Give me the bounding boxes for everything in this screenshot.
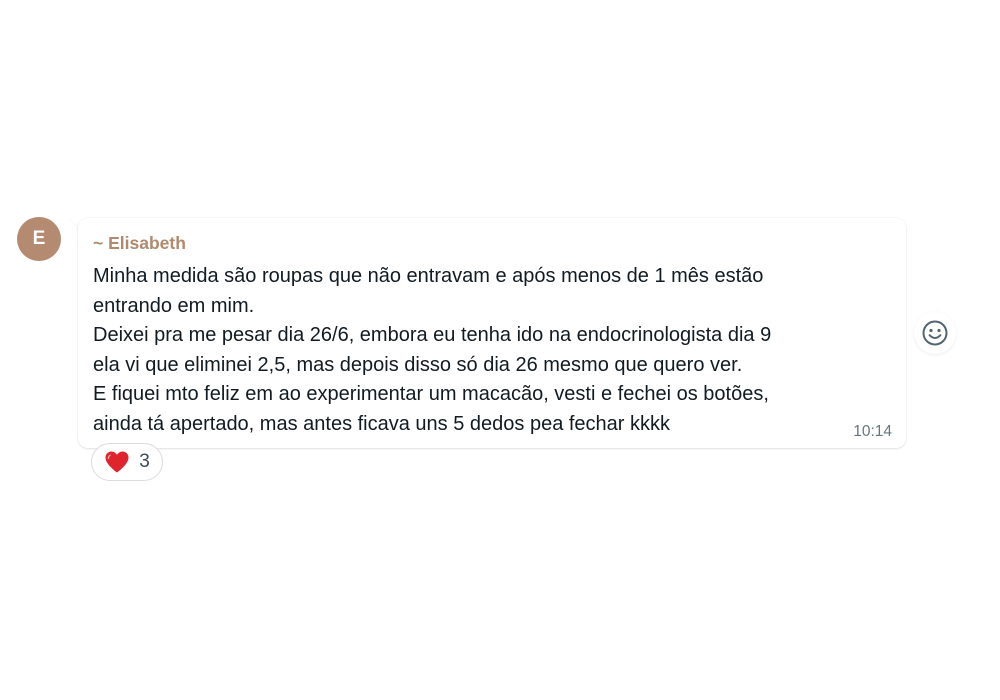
message-timestamp: 10:14 <box>853 423 892 440</box>
message-bubble[interactable]: ~ Elisabeth Minha medida são roupas que … <box>78 218 906 448</box>
message-line: ela vi que eliminei 2,5, mas depois diss… <box>93 353 743 376</box>
message-line: ainda tá apertado, mas antes ficava uns … <box>93 412 671 435</box>
reaction-count: 3 <box>139 451 150 472</box>
react-emoji-button[interactable] <box>914 312 956 354</box>
sender-avatar[interactable]: E <box>17 217 61 261</box>
message-line: E fiquei mto feliz em ao experimentar um… <box>93 383 769 405</box>
message-text: Minha medida são roupas que não entravam… <box>93 262 893 439</box>
sender-name[interactable]: ~ Elisabeth <box>93 233 186 254</box>
smiley-face-icon <box>922 320 948 346</box>
reaction-chip[interactable]: 3 <box>91 443 163 481</box>
message-line: Deixei pra me pesar dia 26/6, embora eu … <box>93 324 772 346</box>
red-heart-icon <box>105 451 129 473</box>
message-line: entrando em mim. <box>93 294 255 317</box>
message-line: Minha medida são roupas que não entravam… <box>93 265 764 287</box>
